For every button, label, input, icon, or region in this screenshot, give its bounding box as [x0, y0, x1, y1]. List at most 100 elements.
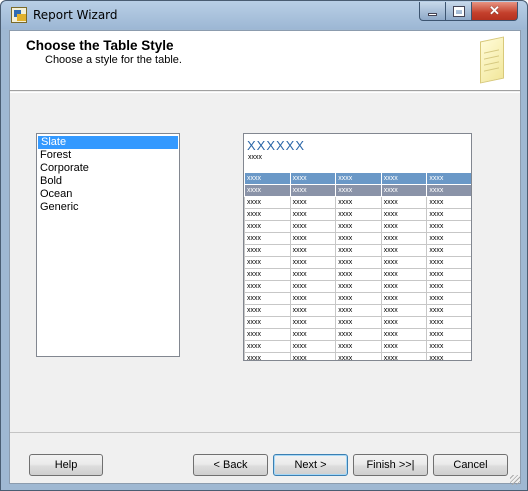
preview-cell: xxxx	[426, 304, 471, 317]
preview-data-row: xxxx xxxx xxxx xxxx xxxx	[244, 292, 471, 305]
preview-cell: xxxx	[380, 340, 428, 353]
preview-hdr-row: xxxx xxxx xxxx xxxx xxxx	[244, 172, 471, 185]
preview-cell: xxxx	[426, 292, 471, 305]
note-paper-icon	[476, 35, 510, 85]
preview-cell: xxxx	[380, 232, 428, 245]
preview-cell: xxxx	[380, 316, 428, 329]
table-style-list[interactable]: Slate Forest Corporate Bold Ocean Generic	[36, 133, 180, 357]
style-list-item[interactable]: Slate	[38, 136, 178, 149]
preview-cell: xxxx	[380, 244, 428, 257]
style-list-item[interactable]: Corporate	[37, 162, 179, 175]
preview-cell: xxxx	[380, 292, 428, 305]
preview-cell: xxxx	[426, 316, 471, 329]
preview-cell: xxxx	[289, 352, 337, 360]
title-bar[interactable]: Report Wizard ✕	[1, 1, 527, 29]
preview-cell: xxxx	[244, 340, 291, 353]
preview-cell: xxxx	[426, 268, 471, 281]
close-button[interactable]: ✕	[471, 2, 518, 21]
preview-data-row: xxxx xxxx xxxx xxxx xxxx	[244, 232, 471, 245]
style-list-item[interactable]: Ocean	[37, 188, 179, 201]
page-title: Choose the Table Style	[26, 38, 174, 53]
style-list-item[interactable]: Forest	[37, 149, 179, 162]
preview-cell: xxxx	[289, 220, 337, 233]
back-button[interactable]: < Back	[193, 454, 268, 476]
preview-cell: xxxx	[335, 340, 382, 353]
footer-divider	[10, 432, 520, 433]
preview-table: xxxx xxxx xxxx xxxx xxxx xxxx xxxx xxxx xxxx xxxx…	[244, 172, 471, 360]
preview-cell: xxxx	[244, 328, 291, 341]
preview-data-row: xxxx xxxx xxxx xxxx xxxx	[244, 328, 471, 341]
preview-data-row: xxxx xxxx xxxx xxxx xxxx	[244, 244, 471, 257]
header-divider	[10, 92, 520, 93]
report-wizard-icon	[11, 7, 27, 23]
preview-cell: xxxx	[335, 196, 382, 209]
preview-cell: xxxx	[289, 280, 337, 293]
preview-cell: xxxx	[289, 232, 337, 245]
preview-cell: xxxx	[426, 184, 471, 197]
preview-cell: xxxx	[380, 268, 428, 281]
preview-cell: xxxx	[244, 220, 291, 233]
preview-cell: xxxx	[335, 304, 382, 317]
next-button[interactable]: Next >	[273, 454, 348, 476]
preview-cell: xxxx	[380, 220, 428, 233]
preview-cell: xxxx	[289, 316, 337, 329]
preview-cell: xxxx	[289, 172, 337, 185]
preview-cell: xxxx	[289, 244, 337, 257]
preview-cell: xxxx	[244, 244, 291, 257]
preview-cell: xxxx	[426, 196, 471, 209]
window-title: Report Wizard	[33, 8, 118, 22]
help-button[interactable]: Help	[29, 454, 103, 476]
preview-cell: xxxx	[426, 172, 471, 185]
preview-cell: xxxx	[380, 184, 428, 197]
style-preview: XXXXXX xxxx xxxx xxxx xxxx xxxx xxxx xxxx xxxx…	[243, 133, 472, 361]
preview-cell: xxxx	[289, 208, 337, 221]
preview-data-row: xxxx xxxx xxxx xxxx xxxx	[244, 304, 471, 317]
page-subtitle: Choose a style for the table.	[45, 54, 182, 66]
minimize-icon	[428, 13, 437, 16]
preview-cell: xxxx	[335, 244, 382, 257]
preview-cell: xxxx	[380, 196, 428, 209]
maximize-button[interactable]	[445, 2, 472, 21]
preview-cell: xxxx	[426, 280, 471, 293]
preview-cell: xxxx	[380, 280, 428, 293]
preview-cell: xxxx	[244, 208, 291, 221]
preview-cell: xxxx	[380, 304, 428, 317]
preview-cell: xxxx	[335, 352, 382, 360]
preview-cell: xxxx	[426, 220, 471, 233]
preview-cell: xxxx	[289, 268, 337, 281]
style-list-item[interactable]: Bold	[37, 175, 179, 188]
preview-cell: xxxx	[335, 328, 382, 341]
preview-data-row: xxxx xxxx xxxx xxxx xxxx	[244, 316, 471, 329]
preview-cell: xxxx	[289, 256, 337, 269]
preview-cell: xxxx	[244, 292, 291, 305]
preview-cell: xxxx	[244, 268, 291, 281]
resize-grip[interactable]	[510, 475, 520, 485]
preview-cell: xxxx	[335, 208, 382, 221]
wizard-header: Choose the Table Style Choose a style fo…	[10, 31, 520, 91]
preview-cell: xxxx	[335, 220, 382, 233]
preview-cell: xxxx	[289, 328, 337, 341]
preview-cell: xxxx	[335, 280, 382, 293]
preview-cell: xxxx	[335, 292, 382, 305]
finish-button[interactable]: Finish >>|	[353, 454, 428, 476]
style-list-item[interactable]: Generic	[37, 201, 179, 214]
preview-cell: xxxx	[380, 172, 428, 185]
preview-cell: xxxx	[335, 232, 382, 245]
cancel-button[interactable]: Cancel	[433, 454, 508, 476]
preview-cell: xxxx	[426, 208, 471, 221]
preview-data-row: xxxx xxxx xxxx xxxx xxxx	[244, 196, 471, 209]
preview-data-row: xxxx xxxx xxxx xxxx xxxx	[244, 280, 471, 293]
preview-cell: xxxx	[426, 256, 471, 269]
maximize-icon	[453, 6, 464, 16]
preview-cell: xxxx	[335, 184, 382, 197]
preview-cell: xxxx	[244, 184, 291, 197]
minimize-button[interactable]	[419, 2, 446, 21]
preview-data-row: xxxx xxxx xxxx xxxx xxxx	[244, 352, 471, 360]
preview-cell: xxxx	[335, 268, 382, 281]
preview-cell: xxxx	[289, 184, 337, 197]
preview-data-row: xxxx xxxx xxxx xxxx xxxx	[244, 340, 471, 353]
preview-cell: xxxx	[426, 232, 471, 245]
preview-cell: xxxx	[380, 328, 428, 341]
preview-cell: xxxx	[244, 172, 291, 185]
preview-cell: xxxx	[244, 256, 291, 269]
